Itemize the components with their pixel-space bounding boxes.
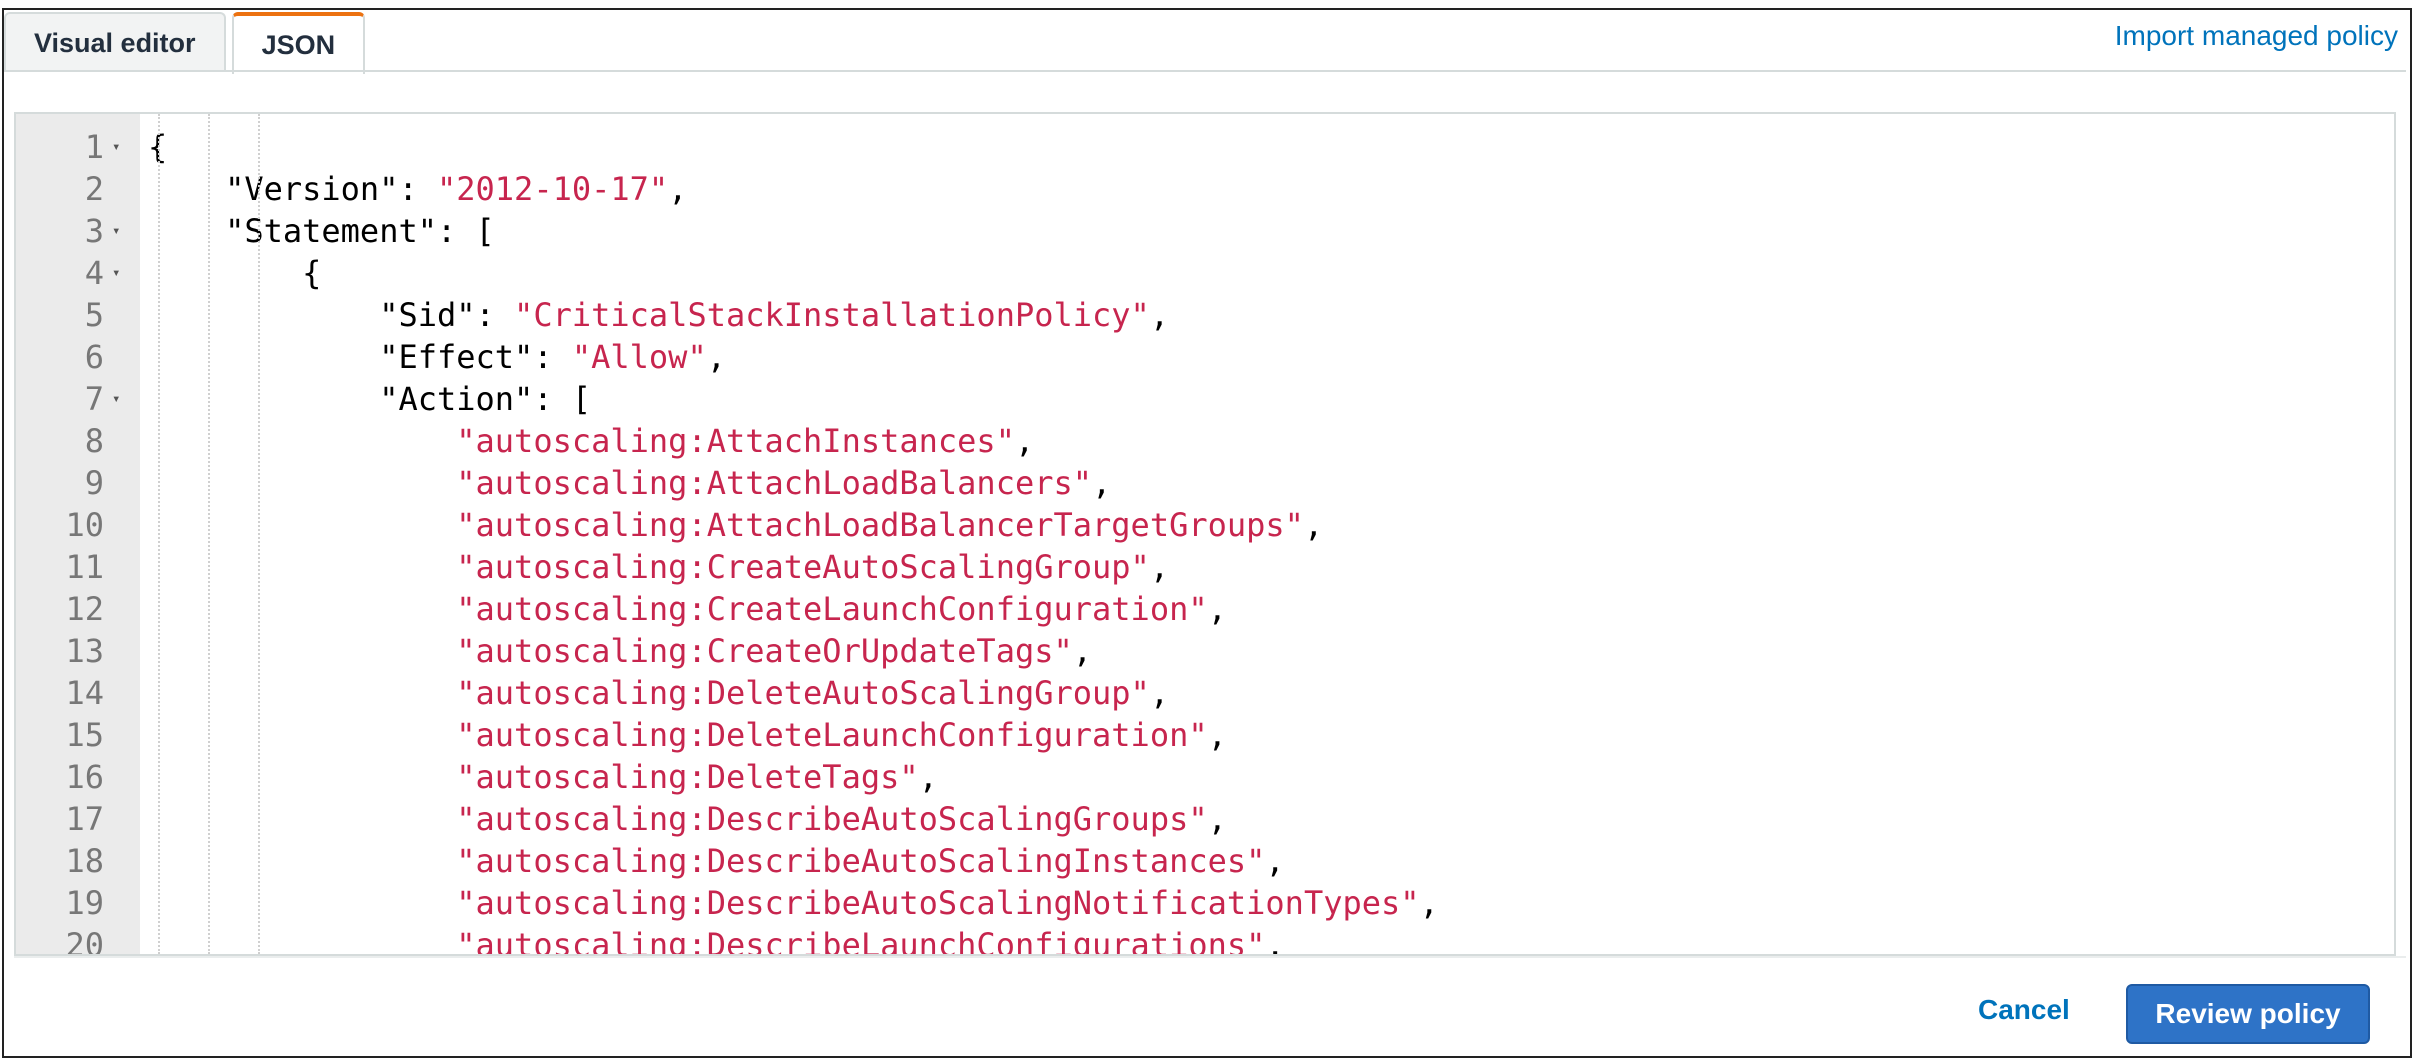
line-number: 5 (84, 296, 104, 334)
code-text: "autoscaling:DescribeLaunchConfiguration… (456, 926, 1285, 956)
code-text: "autoscaling:DescribeAutoScalingInstance… (456, 842, 1285, 880)
line-number: 7 (84, 380, 104, 418)
code-line: 8 "autoscaling:AttachInstances", (16, 420, 2394, 462)
code-line: 10 "autoscaling:AttachLoadBalancerTarget… (16, 504, 2394, 546)
code-text: "Sid": "CriticalStackInstallationPolicy"… (379, 296, 1170, 334)
code-line: 2 "Version": "2012-10-17", (16, 168, 2394, 210)
tab-visual-editor[interactable]: Visual editor (4, 12, 226, 72)
code-text: "autoscaling:CreateLaunchConfiguration", (456, 590, 1227, 628)
code-text: "autoscaling:DescribeAutoScalingGroups", (456, 800, 1227, 838)
code-text: "Version": "2012-10-17", (225, 170, 688, 208)
import-managed-policy-link[interactable]: Import managed policy (2115, 20, 2398, 52)
code-text: { (148, 128, 168, 166)
code-text: "Effect": "Allow", (379, 338, 726, 376)
code-line: 16 "autoscaling:DeleteTags", (16, 756, 2394, 798)
line-number: 9 (84, 464, 104, 502)
code-text: "autoscaling:AttachLoadBalancers", (456, 464, 1112, 502)
line-number: 16 (65, 758, 104, 796)
code-line: 17 "autoscaling:DescribeAutoScalingGroup… (16, 798, 2394, 840)
cancel-button[interactable]: Cancel (1978, 994, 2070, 1026)
code-line: 4 ▾ { (16, 252, 2394, 294)
code-line: 6 "Effect": "Allow", (16, 336, 2394, 378)
line-number: 14 (65, 674, 104, 712)
footer-divider (14, 956, 2406, 958)
code-text: "autoscaling:AttachLoadBalancerTargetGro… (456, 506, 1324, 544)
line-number: 11 (65, 548, 104, 586)
line-number: 20 (65, 926, 104, 956)
code-text: "autoscaling:DeleteLaunchConfiguration", (456, 716, 1227, 754)
json-code-editor[interactable]: 1 ▾{2 "Version": "2012-10-17", 3 ▾ "Stateme… (14, 112, 2396, 956)
line-number: 1 (84, 128, 104, 166)
line-number: 12 (65, 590, 104, 628)
code-line: 5 "Sid": "CriticalStackInstallationPolic… (16, 294, 2394, 336)
line-number: 4 (84, 254, 104, 292)
line-number: 18 (65, 842, 104, 880)
indent-guide (208, 114, 210, 954)
line-number: 3 (84, 212, 104, 250)
code-text: "autoscaling:DeleteAutoScalingGroup", (456, 674, 1170, 712)
line-number: 2 (84, 170, 104, 208)
line-number: 19 (65, 884, 104, 922)
code-lines: 1 ▾{2 "Version": "2012-10-17", 3 ▾ "Stateme… (16, 126, 2394, 956)
code-text: "autoscaling:CreateAutoScalingGroup", (456, 548, 1170, 586)
code-line: 18 "autoscaling:DescribeAutoScalingInsta… (16, 840, 2394, 882)
tab-divider (4, 70, 2406, 72)
indent-guide (258, 114, 260, 954)
fold-arrow-icon[interactable]: ▾ (112, 223, 140, 239)
code-line: 1 ▾ { (16, 126, 2394, 168)
code-line: 3 ▾ "Statement": [ (16, 210, 2394, 252)
code-text: "autoscaling:DescribeAutoScalingNotifica… (456, 884, 1439, 922)
code-line: 9 "autoscaling:AttachLoadBalancers", (16, 462, 2394, 504)
code-line: 14 "autoscaling:DeleteAutoScalingGroup", (16, 672, 2394, 714)
code-line: 13 "autoscaling:CreateOrUpdateTags", (16, 630, 2394, 672)
review-policy-button[interactable]: Review policy (2126, 984, 2370, 1044)
code-line: 20 "autoscaling:DescribeLaunchConfigurat… (16, 924, 2394, 956)
line-number: 17 (65, 800, 104, 838)
fold-arrow-icon[interactable]: ▾ (112, 265, 140, 281)
code-line: 19 "autoscaling:DescribeAutoScalingNotif… (16, 882, 2394, 924)
line-number: 13 (65, 632, 104, 670)
fold-arrow-icon[interactable]: ▾ (112, 139, 140, 155)
line-number: 15 (65, 716, 104, 754)
line-number: 10 (65, 506, 104, 544)
line-number: 8 (84, 422, 104, 460)
code-text: "Statement": [ (225, 212, 495, 250)
code-text: "autoscaling:AttachInstances", (456, 422, 1035, 460)
code-text: "autoscaling:CreateOrUpdateTags", (456, 632, 1093, 670)
code-line: 7 ▾ "Action": [ (16, 378, 2394, 420)
code-line: 11 "autoscaling:CreateAutoScalingGroup", (16, 546, 2394, 588)
indent-guide (158, 114, 160, 954)
code-text: { (148, 254, 322, 292)
tab-json[interactable]: JSON (231, 12, 366, 74)
code-line: 15 "autoscaling:DeleteLaunchConfiguratio… (16, 714, 2394, 756)
editor-tabs: Visual editor JSON (4, 12, 371, 74)
code-line: 12 "autoscaling:CreateLaunchConfiguratio… (16, 588, 2394, 630)
line-number: 6 (84, 338, 104, 376)
fold-arrow-icon[interactable]: ▾ (112, 391, 140, 407)
